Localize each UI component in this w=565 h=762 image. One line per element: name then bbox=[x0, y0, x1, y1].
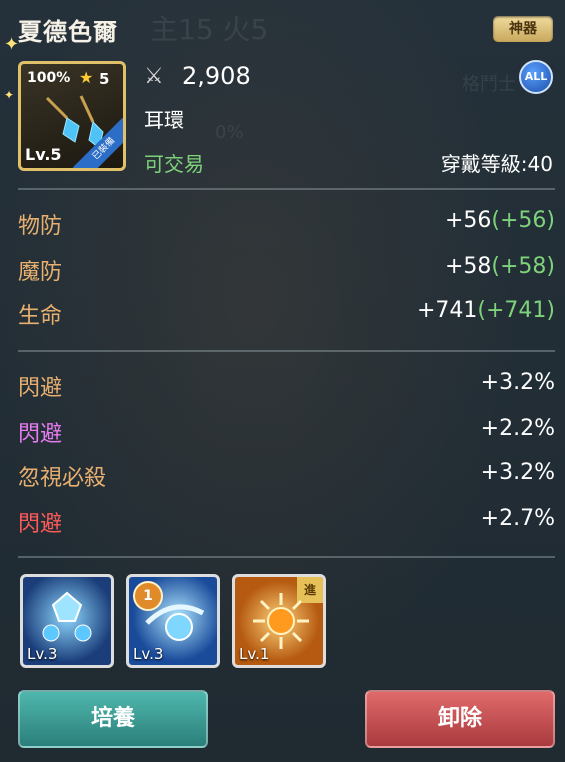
item-name: 夏德色爾 bbox=[18, 18, 118, 46]
star-icon: ★ bbox=[79, 68, 94, 87]
divider bbox=[18, 188, 555, 190]
stat-name: 物防 bbox=[18, 214, 63, 239]
background-label: 主15 火5 bbox=[150, 13, 269, 46]
stat-name: 閃避 bbox=[18, 512, 63, 537]
grade-badge: 神器 bbox=[493, 16, 553, 42]
sun-burst-icon bbox=[253, 593, 309, 649]
item-icon-percent: 100% bbox=[27, 70, 71, 86]
item-icon[interactable]: 100% ★ 5 Lv.5 已裝備 bbox=[18, 61, 126, 171]
power-value: 2,908 bbox=[182, 62, 251, 90]
stat-row: 生命 +741(+741) bbox=[18, 298, 555, 329]
stat-name: 閃避 bbox=[18, 422, 63, 447]
item-icon-level: Lv.5 bbox=[25, 145, 62, 164]
stat-value: +741(+741) bbox=[416, 298, 555, 323]
divider bbox=[18, 556, 555, 558]
item-icon-stars: 5 bbox=[99, 70, 110, 88]
extra-stat-row: 閃避 +2.2% bbox=[18, 416, 555, 447]
wear-level: 穿戴等級:40 bbox=[440, 152, 553, 176]
stat-name: 忽視必殺 bbox=[18, 466, 107, 491]
blue-comet-icon bbox=[145, 604, 205, 641]
skill-level: Lv.1 bbox=[239, 645, 270, 663]
stat-value: +58(+58) bbox=[444, 254, 555, 279]
remove-button[interactable]: 卸除 bbox=[365, 690, 555, 748]
stat-value: +2.2% bbox=[480, 416, 555, 441]
divider bbox=[18, 350, 555, 352]
skill-level: Lv.3 bbox=[27, 645, 58, 663]
sparkle-icon: ✦ bbox=[4, 88, 15, 102]
background-side-label: 格鬥士 bbox=[462, 74, 516, 95]
crystal-icon bbox=[42, 591, 92, 642]
extra-stat-row: 閃避 +3.2% bbox=[18, 370, 555, 401]
stat-name: 閃避 bbox=[18, 376, 63, 401]
stat-value: +56(+56) bbox=[444, 208, 555, 233]
extra-stat-row: 忽視必殺 +3.2% bbox=[18, 460, 555, 491]
background-percent: 0% bbox=[215, 122, 244, 143]
skill-slot-2[interactable]: 1 Lv.3 bbox=[126, 574, 220, 668]
all-badge[interactable]: ALL bbox=[519, 60, 553, 94]
crossed-swords-icon: ⚔ bbox=[144, 64, 164, 89]
stat-name: 生命 bbox=[18, 304, 63, 329]
skill-level: Lv.3 bbox=[133, 645, 164, 663]
sparkle-icon: ✦ bbox=[4, 34, 20, 55]
stat-name: 魔防 bbox=[18, 260, 63, 285]
stat-row: 物防 +56(+56) bbox=[18, 208, 555, 239]
stat-value: +3.2% bbox=[480, 370, 555, 395]
extra-stat-row: 閃避 +2.7% bbox=[18, 506, 555, 537]
stat-value: +2.7% bbox=[480, 506, 555, 531]
item-detail-panel: 主15 火5 格鬥士 0% 夏德色爾 神器 ✦ ✦ 100% ★ 5 Lv.5 … bbox=[0, 0, 565, 762]
skill-slot-3[interactable]: 進 Lv.1 bbox=[232, 574, 326, 668]
tradable-status: 可交易 bbox=[144, 152, 204, 176]
stat-value: +3.2% bbox=[480, 460, 555, 485]
train-button[interactable]: 培養 bbox=[18, 690, 208, 748]
skill-slot-1[interactable]: Lv.3 bbox=[20, 574, 114, 668]
item-type: 耳環 bbox=[144, 108, 184, 132]
stat-row: 魔防 +58(+58) bbox=[18, 254, 555, 285]
